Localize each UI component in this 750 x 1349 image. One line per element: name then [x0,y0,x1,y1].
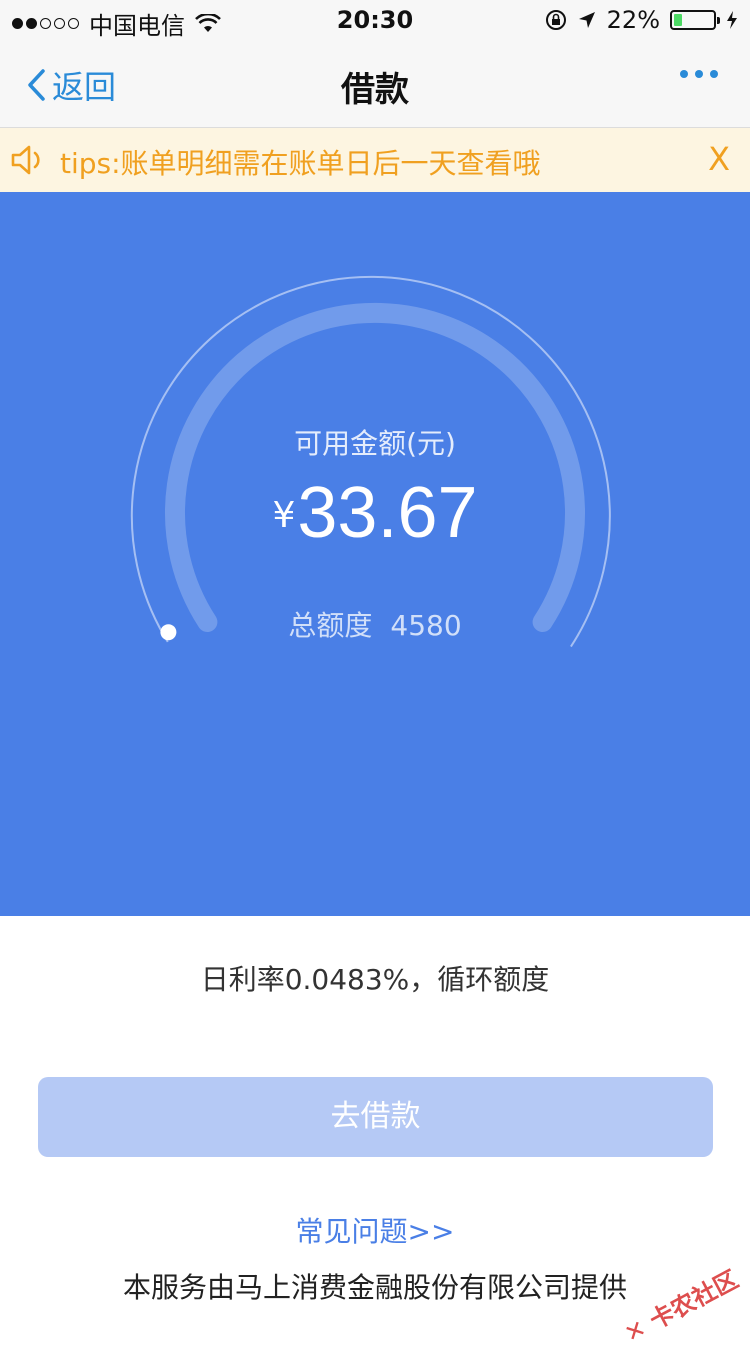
interest-rate-text: 日利率0.0483%，循环额度 [0,958,750,998]
credit-gauge-panel: 可用金额(元) ¥33.67 总额度 4580 [0,192,750,916]
battery-fill [674,14,682,26]
tips-banner: tips:账单明细需在账单日后一天查看哦 X [0,128,750,192]
provider-text: 本服务由马上消费金融股份有限公司提供 [0,1266,750,1306]
total-limit-label: 总额度 [288,609,372,642]
speaker-icon [10,142,46,178]
credit-gauge [0,192,750,916]
location-arrow-icon [577,10,597,30]
gauge-track [175,313,575,622]
faq-link[interactable]: 常见问题>> [0,1210,750,1250]
total-limit-value: 4580 [390,609,461,642]
status-bar: 中国电信 20:30 22% [0,0,750,40]
battery-percent: 22% [607,6,660,34]
available-amount: ¥33.67 [0,472,750,554]
borrow-button[interactable]: 去借款 [38,1077,713,1157]
nav-bar: 返回 借款 [0,40,750,128]
available-amount-value: 33.67 [297,473,477,553]
currency-symbol: ¥ [272,495,295,536]
rotation-lock-icon [545,9,567,31]
tips-close-button[interactable]: X [708,140,730,178]
battery-icon [670,10,716,30]
tips-text: tips:账单明细需在账单日后一天查看哦 [60,142,541,182]
charging-icon [726,10,738,30]
more-options-icon[interactable] [680,70,718,78]
available-amount-label: 可用金额(元) [0,422,750,462]
total-limit: 总额度 4580 [0,604,750,644]
page-title: 借款 [0,62,750,111]
status-right: 22% [545,6,738,34]
